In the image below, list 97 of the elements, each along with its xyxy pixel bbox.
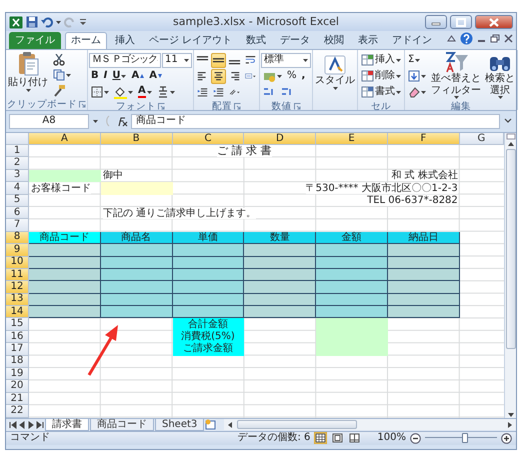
zoom-level: 100% <box>377 432 406 444</box>
column-header[interactable]: C <box>172 133 244 145</box>
cell-text: 〒530-**** 大阪市北区〇〇1-2-3 <box>306 182 458 194</box>
column-header[interactable]: A <box>29 133 101 145</box>
cell-text: ご請求金額 <box>182 343 233 354</box>
number-format-field[interactable]: 標準 <box>261 52 311 68</box>
status-count: データの個数: 6 <box>237 432 310 444</box>
ribbon-tab[interactable]: 校閲 <box>318 32 350 49</box>
row-header[interactable]: 19 <box>6 368 29 380</box>
cell-text: お客様コード <box>31 182 91 194</box>
font-name-field[interactable]: ＭＳ Ｐゴシック <box>89 52 161 68</box>
cell-text: 御中 <box>102 170 123 182</box>
row-header[interactable]: 8 <box>6 232 29 244</box>
ribbon-tab[interactable]: 数式 <box>240 32 272 49</box>
name-box[interactable]: A8 <box>9 114 89 128</box>
column-header[interactable]: B <box>100 133 173 145</box>
row-header[interactable]: 10 <box>6 256 29 269</box>
status-mode: コマンド <box>10 432 50 444</box>
group-label: クリップボード <box>7 98 77 110</box>
ribbon-tab[interactable]: データ <box>274 32 316 49</box>
group-label: 配置 <box>212 100 232 112</box>
row-header[interactable]: 7 <box>6 219 29 232</box>
column-header[interactable]: F <box>388 133 460 145</box>
grow-font-button[interactable]: A <box>129 68 146 84</box>
font-color-button[interactable]: A <box>136 84 154 100</box>
row-header[interactable]: 20 <box>6 380 29 393</box>
table-cell[interactable]: 納品日 <box>388 232 460 244</box>
row-header[interactable]: 1 <box>6 145 29 158</box>
cell-text: 金額 <box>342 232 362 243</box>
row-header[interactable]: 18 <box>6 356 29 368</box>
cell-text: 消費税(5%) <box>181 331 235 342</box>
table-cell[interactable]: ご請求金額 <box>172 343 244 356</box>
bold-button[interactable]: B <box>89 68 101 84</box>
ribbon-tab[interactable]: ホーム <box>65 32 107 49</box>
cell-text: 下記の 通りご請求申し上げます。 <box>102 208 256 219</box>
sheet-tab[interactable]: 請求書 <box>45 418 89 431</box>
group-label: セル <box>371 100 391 112</box>
sort-filter-button[interactable]: 並べ替えと フィルター <box>430 51 482 101</box>
group-label: 数値 <box>272 100 292 112</box>
font-size-field[interactable]: 11 <box>162 52 192 68</box>
ribbon-tab[interactable]: アドイン <box>386 32 438 49</box>
group-label: 編集 <box>451 100 471 112</box>
table-cell[interactable]: 消費税(5%) <box>172 330 244 344</box>
row-header[interactable]: 3 <box>6 170 29 182</box>
table-cell[interactable]: 商品名 <box>100 232 173 244</box>
row-header[interactable]: 5 <box>6 194 29 207</box>
row-header[interactable]: 16 <box>6 330 29 344</box>
row-header[interactable]: 17 <box>6 343 29 356</box>
row-header[interactable]: 13 <box>6 294 29 306</box>
row-header[interactable]: 15 <box>6 318 29 331</box>
row-header[interactable]: 2 <box>6 157 29 170</box>
table-cell[interactable]: 単価 <box>172 232 244 244</box>
find-select-button[interactable]: 検索と 選択 <box>484 51 516 101</box>
group-label: フォント <box>116 100 156 112</box>
column-header[interactable]: E <box>316 133 388 145</box>
cell-text: 和 式 株式会社 <box>391 170 458 182</box>
cell-text: 数量 <box>270 232 290 243</box>
format-button[interactable]: 書式 <box>359 84 403 100</box>
ribbon-tab[interactable]: ページ レイアウト <box>143 32 238 49</box>
comma-button[interactable]: , <box>300 68 308 84</box>
percent-button[interactable]: % <box>285 68 299 84</box>
table-cell[interactable]: 商品コード <box>29 232 101 244</box>
autosum-button[interactable]: Σ <box>406 52 422 68</box>
cell-text: 単価 <box>198 232 218 243</box>
cell-text: 合計金額 <box>188 318 228 330</box>
column-header[interactable]: G <box>460 133 504 145</box>
row-header[interactable]: 22 <box>6 405 29 418</box>
delete-button[interactable]: 削除 <box>359 68 403 84</box>
row-header[interactable]: 4 <box>6 182 29 195</box>
sheet-tab[interactable]: Sheet3 <box>155 418 204 431</box>
paste-button[interactable]: 貼り付け <box>7 51 49 99</box>
column-header[interactable]: D <box>244 133 316 145</box>
cell-text: 納品日 <box>408 232 438 243</box>
ribbon-tab[interactable]: 表示 <box>352 32 384 49</box>
row-header[interactable]: 11 <box>6 268 29 282</box>
cell-text: TEL 06-637*-8282 <box>367 195 458 206</box>
cell-text: 商品名 <box>121 232 152 243</box>
formula-field[interactable]: 商品コード <box>131 114 500 128</box>
row-header[interactable]: 21 <box>6 392 29 406</box>
row-header[interactable]: 6 <box>6 206 29 220</box>
cell-text: 商品コード <box>39 232 90 243</box>
sheet-tab[interactable]: 商品コード <box>90 418 154 431</box>
ribbon-tab[interactable]: 挿入 <box>109 32 141 49</box>
window-title: sample3.xlsx - Microsoft Excel <box>172 15 340 29</box>
row-header[interactable]: 9 <box>6 244 29 257</box>
row-header[interactable]: 12 <box>6 281 29 294</box>
sheet-title: ご 請 求 書 <box>217 145 272 157</box>
shrink-font-button[interactable]: A <box>147 68 164 84</box>
underline-button[interactable]: U <box>110 68 128 84</box>
italic-button[interactable]: I <box>102 68 110 84</box>
styles-button[interactable]: スタイル <box>314 51 356 99</box>
insert-button[interactable]: 挿入 <box>359 52 403 68</box>
row-header[interactable]: 14 <box>6 306 29 318</box>
file-tab[interactable]: ファイル <box>9 32 61 49</box>
table-cell[interactable]: 合計金額 <box>172 318 244 331</box>
table-cell[interactable]: 金額 <box>316 232 388 244</box>
table-cell[interactable]: 数量 <box>244 232 316 244</box>
